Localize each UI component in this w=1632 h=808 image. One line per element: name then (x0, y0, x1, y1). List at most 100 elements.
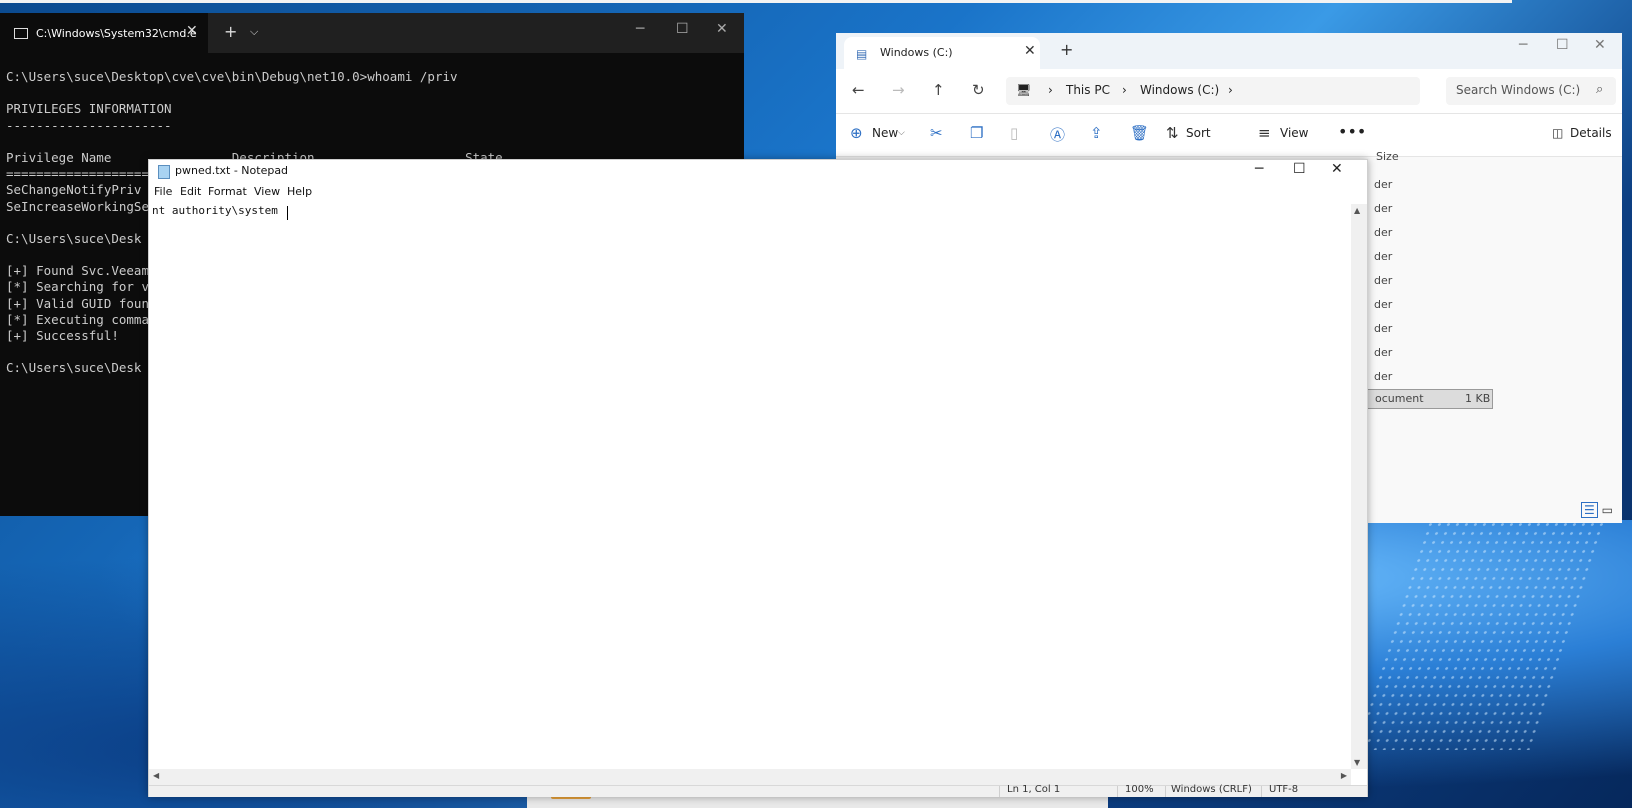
menu-help[interactable]: Help (287, 185, 312, 198)
cmd-line: PRIVILEGES INFORMATION (6, 101, 172, 117)
file-size: 1 KB (1465, 392, 1491, 405)
file-type: der (1374, 250, 1393, 263)
explorer-tabbar[interactable]: ▤ Windows (C:) ✕ + ─ ☐ ✕ (836, 33, 1622, 69)
close-button[interactable]: ✕ (1331, 161, 1343, 177)
file-row[interactable]: der (1366, 197, 1622, 221)
maximize-button[interactable]: ☐ (1293, 161, 1306, 177)
view-toggle: ☰ ▭ (1581, 502, 1613, 518)
cmd-titlebar[interactable]: C:\Windows\System32\cmd.e ✕ + ⌵ ─ ☐ ✕ (0, 13, 744, 53)
status-separator (1261, 786, 1262, 797)
paste-icon[interactable]: ▯ (1010, 124, 1018, 142)
cmd-line: ---------------------- (6, 117, 172, 133)
cmd-line (6, 85, 503, 101)
editor-content[interactable]: nt authority\system (152, 204, 278, 217)
forward-arrow-icon[interactable]: → (892, 81, 905, 99)
size-column-header[interactable]: Size (1376, 150, 1399, 163)
search-input[interactable]: Search Windows (C:) ⌕ (1446, 77, 1616, 105)
scroll-up-icon[interactable]: ▲ (1354, 206, 1360, 215)
file-row[interactable]: der (1366, 293, 1622, 317)
file-type: der (1374, 346, 1393, 359)
file-type: der (1374, 274, 1393, 287)
scroll-right-icon[interactable]: ▶ (1341, 771, 1347, 780)
status-separator (999, 786, 1000, 797)
file-type: der (1374, 226, 1393, 239)
breadcrumb-this-pc[interactable]: This PC (1066, 83, 1110, 97)
view-icon: ≡ (1258, 124, 1271, 142)
horizontal-scrollbar[interactable]: ◀ ▶ (149, 769, 1351, 785)
new-button[interactable]: New (872, 126, 898, 140)
delete-icon[interactable]: 🗑 (1130, 124, 1149, 142)
view-button[interactable]: View (1280, 126, 1308, 140)
explorer-tab-title: Windows (C:) (880, 46, 953, 59)
chevron-down-icon: ⌵ (898, 128, 905, 138)
new-icon: ⊕ (850, 124, 863, 142)
details-view-icon[interactable]: ☰ (1581, 502, 1598, 518)
breadcrumb-separator: › (1122, 83, 1127, 97)
file-row[interactable]: der (1366, 341, 1622, 365)
menu-file[interactable]: File (154, 185, 172, 198)
close-tab-icon[interactable]: ✕ (1024, 43, 1036, 59)
menu-view[interactable]: View (254, 185, 280, 198)
scroll-left-icon[interactable]: ◀ (153, 771, 159, 780)
scroll-down-icon[interactable]: ▼ (1354, 758, 1360, 767)
cmd-line (6, 134, 503, 150)
copy-icon[interactable]: ❐ (970, 124, 983, 142)
close-tab-icon[interactable]: ✕ (186, 23, 198, 39)
sort-button[interactable]: Sort (1186, 126, 1211, 140)
minimize-button[interactable]: ─ (1519, 37, 1527, 53)
address-bar[interactable]: 🖥 › This PC › Windows (C:) › (1006, 77, 1420, 105)
details-button[interactable]: Details (1570, 126, 1612, 140)
breadcrumb-drive[interactable]: Windows (C:) (1140, 83, 1219, 97)
share-icon[interactable]: ⇪ (1090, 124, 1103, 142)
file-row[interactable]: der (1366, 173, 1622, 197)
minimize-button[interactable]: ─ (1255, 161, 1263, 177)
menu-edit[interactable]: Edit (180, 185, 201, 198)
file-row[interactable]: der (1366, 365, 1622, 389)
file-type: der (1374, 298, 1393, 311)
close-button[interactable]: ✕ (1594, 37, 1606, 53)
menu-bar: File Edit Format View Help (149, 182, 1367, 202)
chevron-down-icon[interactable]: ⌵ (250, 25, 258, 39)
maximize-button[interactable]: ☐ (1556, 37, 1569, 53)
file-row[interactable]: der (1366, 245, 1622, 269)
text-cursor (287, 206, 288, 220)
cmd-tab[interactable]: C:\Windows\System32\cmd.e ✕ (0, 13, 208, 53)
new-tab-button[interactable]: + (1060, 40, 1073, 59)
notepad-window[interactable]: pwned.txt - Notepad ─ ☐ ✕ File Edit Form… (148, 159, 1368, 797)
new-tab-button[interactable]: + (224, 22, 237, 41)
file-list[interactable]: der der der der der der der der der ocument 1 KB (1366, 173, 1622, 409)
up-arrow-icon[interactable]: ↑ (932, 81, 945, 99)
tiles-view-icon[interactable]: ▭ (1602, 503, 1613, 517)
maximize-button[interactable]: ☐ (676, 21, 689, 37)
file-type: der (1374, 202, 1393, 215)
status-position: Ln 1, Col 1 (1007, 784, 1061, 795)
file-type: der (1374, 370, 1393, 383)
notepad-titlebar[interactable]: pwned.txt - Notepad ─ ☐ ✕ (149, 160, 1367, 182)
notepad-title: pwned.txt - Notepad (175, 164, 289, 177)
rename-icon[interactable]: Ⓐ (1050, 124, 1065, 145)
explorer-tab[interactable]: ▤ Windows (C:) ✕ (844, 37, 1040, 69)
refresh-icon[interactable]: ↻ (972, 81, 985, 99)
status-bar: Ln 1, Col 1 100% Windows (CRLF) UTF-8 (149, 784, 1367, 797)
status-separator (1165, 786, 1166, 797)
file-row[interactable]: der (1366, 317, 1622, 341)
status-separator (1117, 786, 1118, 797)
vertical-scrollbar[interactable]: ▲ ▼ (1351, 204, 1367, 769)
file-row-selected[interactable]: ocument 1 KB (1366, 389, 1493, 409)
more-options-icon[interactable]: ••• (1338, 122, 1366, 141)
search-placeholder: Search Windows (C:) (1456, 83, 1581, 97)
close-button[interactable]: ✕ (716, 21, 728, 37)
text-editor[interactable]: nt authority\system (149, 204, 1349, 752)
drive-icon: ▤ (856, 47, 868, 61)
file-row[interactable]: der (1366, 221, 1622, 245)
status-line-ending: Windows (CRLF) (1171, 784, 1252, 795)
sort-icon: ⇅ (1166, 124, 1179, 142)
file-row[interactable]: der (1366, 269, 1622, 293)
breadcrumb-separator: › (1048, 83, 1053, 97)
menu-format[interactable]: Format (208, 185, 247, 198)
cmd-line: C:\Users\suce\Desktop\cve\cve\bin\Debug\… (6, 69, 458, 84)
details-pane-icon: ◫ (1552, 126, 1564, 140)
back-arrow-icon[interactable]: ← (852, 81, 865, 99)
minimize-button[interactable]: ─ (636, 21, 644, 37)
cut-icon[interactable]: ✂ (930, 124, 943, 142)
